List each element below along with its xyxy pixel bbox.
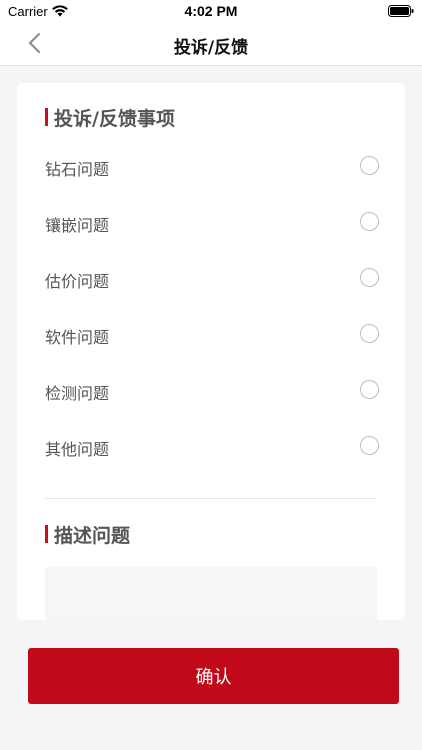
radio-button[interactable] — [360, 156, 379, 175]
option-valuation[interactable]: 估价问题 — [45, 258, 379, 298]
option-setting[interactable]: 镶嵌问题 — [45, 202, 379, 242]
navigation-bar: 投诉/反馈 — [0, 22, 422, 66]
clock: 4:02 PM — [184, 3, 238, 19]
radio-button[interactable] — [360, 268, 379, 287]
option-label: 其他问题 — [45, 440, 110, 459]
section-divider — [45, 498, 377, 499]
page-title: 投诉/反馈 — [173, 38, 249, 58]
feedback-card: 投诉/反馈事项 钻石问题 镶嵌问题 估价问题 软件问题 检测问题 其他问题 描述… — [17, 83, 405, 620]
option-other[interactable]: 其他问题 — [45, 426, 379, 466]
option-label: 检测问题 — [45, 384, 110, 403]
description-input[interactable] — [45, 567, 377, 620]
radio-button[interactable] — [360, 436, 379, 455]
radio-button[interactable] — [360, 212, 379, 231]
radio-button[interactable] — [360, 324, 379, 343]
option-diamond[interactable]: 钻石问题 — [45, 146, 379, 186]
option-software[interactable]: 软件问题 — [45, 314, 379, 354]
option-label: 镶嵌问题 — [45, 216, 110, 235]
battery-icon — [388, 5, 414, 17]
option-label: 估价问题 — [45, 272, 110, 291]
description-section-title: 描述问题 — [45, 521, 130, 548]
confirm-button[interactable]: 确认 — [28, 648, 399, 704]
option-label: 钻石问题 — [45, 160, 110, 179]
radio-button[interactable] — [360, 380, 379, 399]
status-bar: Carrier 4:02 PM — [0, 0, 422, 22]
option-inspection[interactable]: 检测问题 — [45, 370, 379, 410]
issue-section-title: 投诉/反馈事项 — [45, 104, 175, 131]
option-label: 软件问题 — [45, 328, 110, 347]
